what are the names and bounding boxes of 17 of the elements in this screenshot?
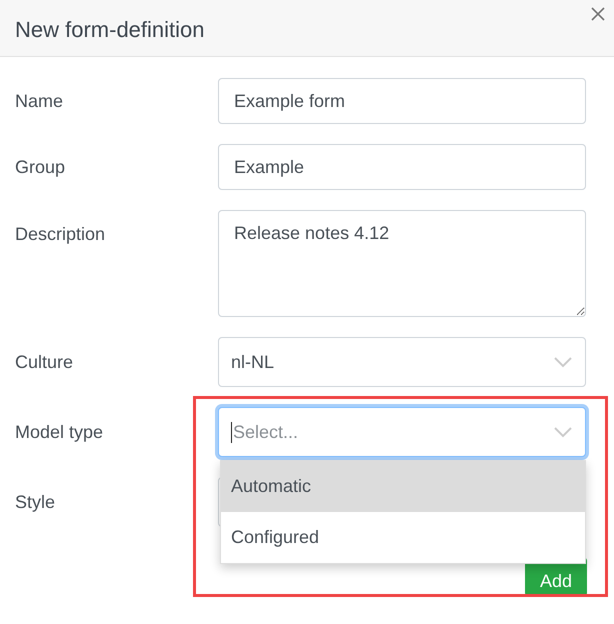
chevron-down-icon: [553, 426, 573, 438]
text-field[interactable]: Example form: [218, 78, 586, 124]
select-value: nl-NL: [231, 352, 276, 372]
select-field[interactable]: nl-NL: [218, 337, 586, 387]
dropdown-option[interactable]: Configured: [221, 512, 585, 563]
field-label: Model type: [15, 422, 104, 442]
field-label: Group: [15, 156, 66, 178]
select-placeholder: Select...: [231, 422, 553, 442]
text-field[interactable]: Example: [218, 144, 586, 190]
dialog-title: New form-definition: [15, 17, 205, 43]
field-label: Style: [15, 492, 56, 512]
chevron-down-icon: [553, 356, 573, 368]
field-label: Name: [15, 90, 64, 112]
dropdown-option[interactable]: Automatic: [221, 461, 585, 512]
field-label: Culture: [15, 352, 74, 372]
field-label: Description: [15, 223, 106, 245]
text-area[interactable]: Release notes 4.12: [218, 210, 586, 317]
